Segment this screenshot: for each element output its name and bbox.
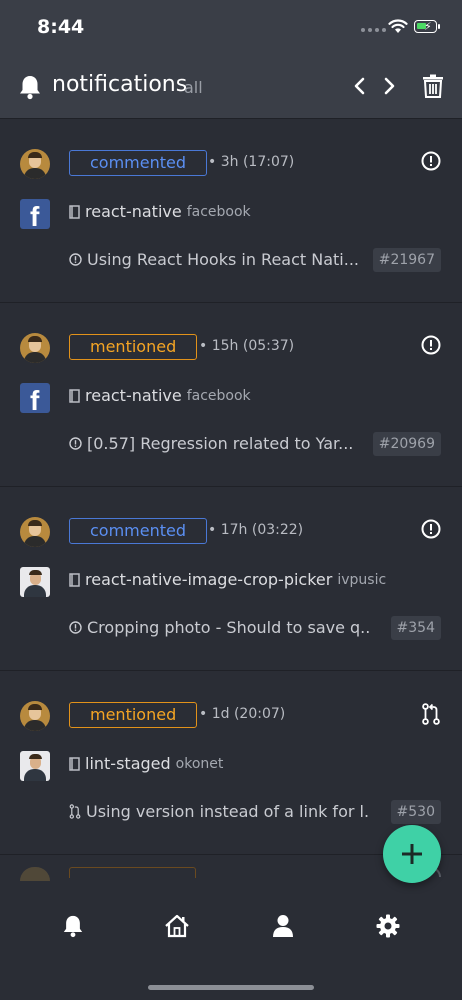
notification-card[interactable]: commented • 17h (03:22) react-native-ima… [0,487,462,671]
tab-profile[interactable] [263,910,303,942]
notification-card[interactable]: commented • 3h (17:07) f react-native fa… [0,119,462,303]
issue-icon [69,437,82,450]
issue-icon [421,151,441,171]
repo-owner: facebook [186,203,251,220]
user-icon [273,915,293,937]
notification-list[interactable]: commented • 3h (17:07) f react-native fa… [0,119,462,894]
bell-icon [20,76,40,100]
filter-label[interactable]: all [184,78,203,97]
repo-line[interactable]: lint-staged okonet [69,754,223,773]
reason-badge: mentioned [69,334,198,360]
user-avatar[interactable] [20,867,50,881]
repo-icon [69,572,80,587]
home-indicator[interactable] [148,985,314,990]
gear-icon [376,914,400,938]
repo-owner: ivpusic [337,571,387,588]
user-avatar[interactable] [20,149,50,179]
repo-line[interactable]: react-native-image-crop-picker ivpusic [69,570,386,589]
repo-name: react-native [85,202,182,221]
subject-title: [0.57] Regression related to Yar... [87,434,354,453]
user-avatar[interactable] [20,333,50,363]
pull-request-icon [422,703,440,725]
reason-badge: mentioned [69,702,198,728]
subject-title: Using React Hooks in React Nati... [87,250,359,269]
subject-line[interactable]: Using version instead of a link for l... [69,802,369,821]
subject-title: Cropping photo - Should to save q... [87,618,369,637]
tab-home[interactable] [157,910,197,942]
issue-icon [69,621,82,634]
subject-line[interactable]: Using React Hooks in React Nati... [69,250,369,269]
reason-badge [69,867,196,878]
reason-badge: commented [69,150,208,176]
repo-name: react-native-image-crop-picker [85,570,333,589]
pull-request-icon [69,804,81,819]
repo-owner: okonet [175,755,224,772]
subject-line[interactable]: Cropping photo - Should to save q... [69,618,369,637]
chevron-left-icon[interactable] [352,74,368,98]
facebook-logo[interactable]: f [20,199,50,229]
repo-icon [69,388,80,403]
issue-number: #20969 [372,432,441,456]
app-header: notifications all [0,58,462,119]
issue-number: #530 [390,800,441,824]
repo-line[interactable]: react-native facebook [69,386,251,405]
issue-icon [421,335,441,355]
issue-icon [421,519,441,539]
chevron-right-icon[interactable] [381,74,397,98]
page-title: notifications [52,72,188,97]
add-button[interactable] [383,825,441,883]
status-time: 8:44 [37,16,85,38]
notification-card[interactable]: mentioned • 1d (20:07) lint-staged okone… [0,671,462,855]
notification-card[interactable]: mentioned • 15h (05:37) f react-native f… [0,303,462,487]
status-bar: 8:44 ⚡ [0,0,462,58]
timestamp: • 1d (20:07) [199,706,286,722]
battery-icon: ⚡ [414,20,437,33]
trash-icon[interactable] [422,74,444,98]
issue-number: #354 [390,616,441,640]
reason-badge: commented [69,518,208,544]
issue-icon [69,253,82,266]
user-photo[interactable] [20,751,50,781]
wifi-icon [388,19,408,33]
repo-icon [69,756,80,771]
repo-name: react-native [85,386,182,405]
timestamp: • 3h (17:07) [208,154,295,170]
repo-owner: facebook [186,387,251,404]
plus-icon [402,844,422,864]
home-icon [165,914,189,938]
subject-line[interactable]: [0.57] Regression related to Yar... [69,434,369,453]
subject-title: Using version instead of a link for l... [86,802,369,821]
tab-notifications[interactable] [53,910,93,942]
facebook-logo[interactable]: f [20,383,50,413]
signal-icon [361,28,386,32]
repo-line[interactable]: react-native facebook [69,202,251,221]
user-avatar[interactable] [20,517,50,547]
repo-icon [69,204,80,219]
timestamp: • 15h (05:37) [199,338,295,354]
timestamp: • 17h (03:22) [208,522,304,538]
tab-settings[interactable] [368,910,408,942]
issue-number: #21967 [372,248,441,272]
repo-name: lint-staged [85,754,171,773]
user-avatar[interactable] [20,701,50,731]
bell-icon [63,915,83,938]
user-photo[interactable] [20,567,50,597]
